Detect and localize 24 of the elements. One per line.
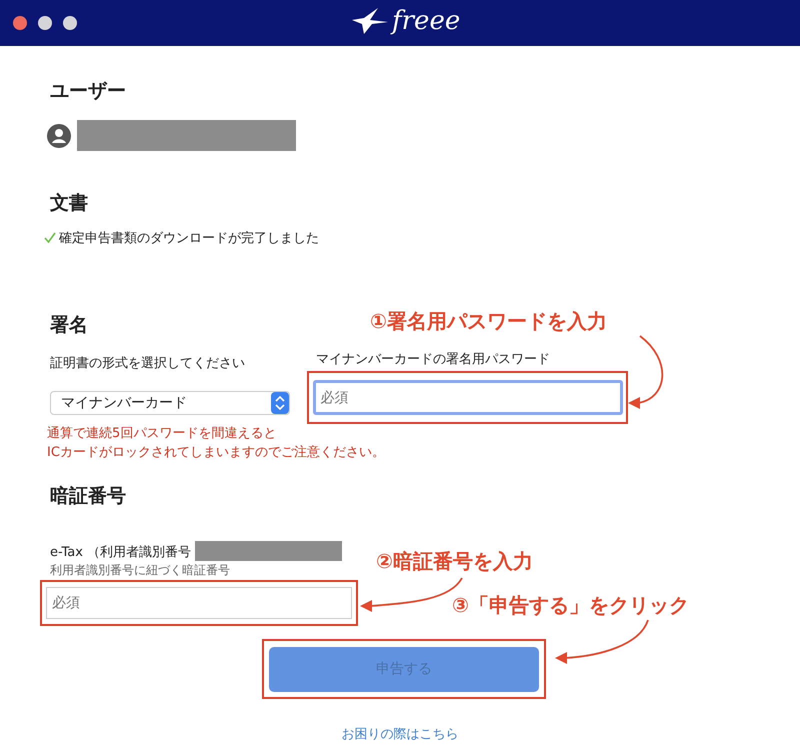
field-label: e-Tax （利用者識別番号 — [50, 544, 192, 562]
annotation-label: ③「申告する」をクリック — [452, 592, 689, 619]
field-label: マイナンバーカードの署名用パスワード — [316, 351, 551, 369]
field-hint: 利用者識別番号に紐づく暗証番号 — [50, 562, 230, 578]
help-link[interactable]: お困りの際はこちら — [342, 727, 458, 742]
user-icon — [47, 124, 71, 148]
annotation-label: ①署名用パスワードを入力 — [370, 308, 607, 335]
section-heading: 署名 — [50, 313, 88, 337]
section-heading: 文書 — [50, 191, 88, 215]
logo: freee — [392, 6, 460, 36]
window-control-button[interactable] — [38, 16, 52, 30]
section-heading: 暗証番号 — [50, 484, 126, 508]
section-heading: ユーザー — [50, 79, 126, 103]
field-label: 証明書の形式を選択してください — [50, 355, 246, 373]
warning-text: 通算で連続5回パスワードを間違えると — [47, 425, 278, 443]
window-control-button[interactable] — [13, 16, 27, 30]
password-field[interactable]: 必須 — [312, 380, 622, 415]
pin-field[interactable]: 必須 — [46, 587, 352, 619]
stepper-icon — [271, 392, 289, 414]
certificate-select[interactable]: マイナンバーカード — [50, 391, 290, 415]
window-control-button[interactable] — [63, 16, 77, 30]
annotation-label: ②暗証番号を入力 — [376, 548, 533, 575]
status-message: 確定申告書類のダウンロードが完了しました — [59, 230, 319, 247]
warning-text: ICカードがロックされてしまいますのでご注意ください。 — [47, 444, 386, 462]
